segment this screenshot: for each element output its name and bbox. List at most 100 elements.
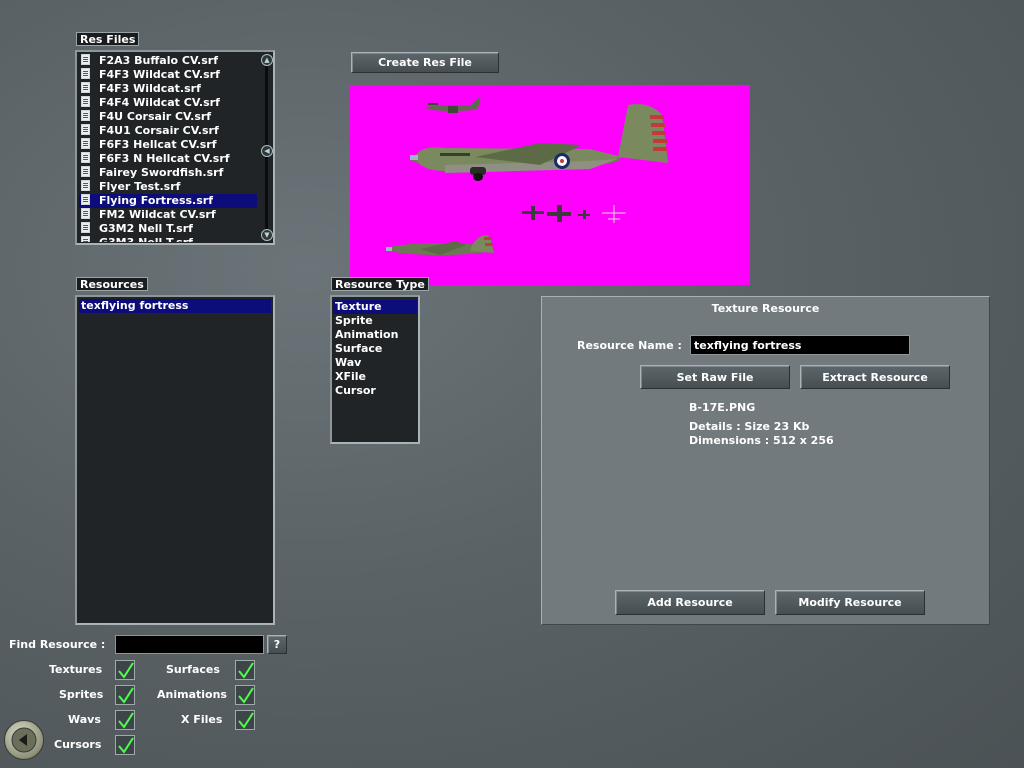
file-icon: [81, 236, 90, 242]
resource-type-item[interactable]: XFile: [333, 370, 417, 384]
resource-type-item-label: Sprite: [335, 314, 373, 327]
resource-type-item[interactable]: Texture: [333, 300, 417, 314]
find-resource-label: Find Resource :: [9, 638, 106, 651]
res-file-item-label: Fairey Swordfish.srf: [99, 166, 224, 179]
resource-type-item[interactable]: Cursor: [333, 384, 417, 398]
checkmark-icon: [238, 662, 254, 679]
set-raw-file-button[interactable]: Set Raw File: [640, 365, 790, 389]
sprites-label: Sprites: [59, 688, 104, 701]
checkmark-icon: [118, 687, 134, 704]
file-icon: [81, 208, 90, 219]
file-icon: [81, 152, 90, 163]
resource-type-item[interactable]: Animation: [333, 328, 417, 342]
scroll-up-button[interactable]: ▲: [261, 54, 273, 66]
res-file-item-label: FM2 Wildcat CV.srf: [99, 208, 216, 221]
file-details: Details : Size 23 Kb: [689, 420, 810, 433]
res-file-item[interactable]: Flyer Test.srf: [79, 180, 257, 194]
res-file-item[interactable]: F4U1 Corsair CV.srf: [79, 124, 257, 138]
file-dimensions: Dimensions : 512 x 256: [689, 434, 834, 447]
resource-item-label: texflying fortress: [81, 299, 189, 312]
textures-label: Textures: [49, 663, 103, 676]
checkmark-icon: [118, 712, 134, 729]
textures-checkbox[interactable]: [115, 660, 135, 680]
raw-file-name: B-17E.PNG: [689, 401, 756, 414]
file-icon: [81, 54, 90, 65]
modify-resource-button[interactable]: Modify Resource: [775, 590, 925, 615]
resource-type-item-label: Surface: [335, 342, 383, 355]
back-button[interactable]: [4, 720, 44, 760]
res-file-item-label: F6F3 Hellcat CV.srf: [99, 138, 217, 151]
file-icon: [81, 124, 90, 135]
animations-checkbox[interactable]: [235, 685, 255, 705]
wavs-label: Wavs: [68, 713, 101, 726]
res-file-item[interactable]: FM2 Wildcat CV.srf: [79, 208, 257, 222]
resource-type-item-label: Cursor: [335, 384, 376, 397]
file-icon: [81, 180, 90, 191]
resource-type-item[interactable]: Wav: [333, 356, 417, 370]
resource-type-item-label: XFile: [335, 370, 366, 383]
back-arrow-icon: [11, 727, 37, 753]
find-help-button[interactable]: ?: [267, 635, 287, 654]
res-files-list[interactable]: F2A3 Buffalo CV.srf F4F3 Wildcat CV.srf F4…: [75, 50, 275, 245]
res-file-item[interactable]: G3M2 Nell T.srf: [79, 222, 257, 236]
surfaces-checkbox[interactable]: [235, 660, 255, 680]
res-file-item-label: G3M3 Nell T.srf: [99, 236, 193, 242]
resources-list[interactable]: texflying fortress: [75, 295, 275, 625]
res-file-item[interactable]: Flying Fortress.srf: [79, 194, 257, 208]
wavs-checkbox[interactable]: [115, 710, 135, 730]
file-icon: [81, 166, 90, 177]
create-res-file-button[interactable]: Create Res File: [351, 52, 499, 73]
resource-type-item-label: Texture: [335, 300, 382, 313]
res-file-item[interactable]: F4F3 Wildcat CV.srf: [79, 68, 257, 82]
scroll-thumb[interactable]: ◀: [261, 145, 273, 157]
checkmark-icon: [118, 662, 134, 679]
resource-name-label: Resource Name :: [577, 339, 682, 352]
texture-preview: [350, 85, 750, 285]
res-file-item[interactable]: Fairey Swordfish.srf: [79, 166, 257, 180]
resource-type-item-label: Animation: [335, 328, 399, 341]
file-icon: [81, 194, 90, 205]
checkmark-icon: [238, 712, 254, 729]
cursors-checkbox[interactable]: [115, 735, 135, 755]
chevron-left-icon: ◀: [264, 147, 270, 155]
resource-type-list[interactable]: Texture Sprite Animation Surface Wav XFile Cur…: [330, 295, 420, 444]
find-resource-input[interactable]: [115, 635, 264, 654]
file-icon: [81, 222, 90, 233]
sprites-checkbox[interactable]: [115, 685, 135, 705]
checkmark-icon: [118, 737, 134, 754]
file-icon: [81, 110, 90, 121]
res-file-item-label: G3M2 Nell T.srf: [99, 222, 193, 235]
res-file-item[interactable]: F4F4 Wildcat CV.srf: [79, 96, 257, 110]
res-file-item[interactable]: F4F3 Wildcat.srf: [79, 82, 257, 96]
texture-resource-panel: Texture Resource Resource Name : Set Raw…: [541, 296, 990, 625]
resource-type-item-label: Wav: [335, 356, 362, 369]
res-file-item[interactable]: F6F3 Hellcat CV.srf: [79, 138, 257, 152]
file-icon: [81, 96, 90, 107]
res-file-item-label: F2A3 Buffalo CV.srf: [99, 54, 218, 67]
resources-caption: Resources: [76, 277, 148, 291]
chevron-up-icon: ▲: [264, 56, 270, 64]
resource-name-input[interactable]: [690, 335, 910, 355]
resource-type-item[interactable]: Sprite: [333, 314, 417, 328]
res-files-caption: Res Files: [76, 32, 140, 46]
extract-resource-button[interactable]: Extract Resource: [800, 365, 950, 389]
add-resource-button[interactable]: Add Resource: [615, 590, 765, 615]
animations-label: Animations: [157, 688, 227, 701]
res-file-item-label: Flyer Test.srf: [99, 180, 181, 193]
res-file-item-label: F6F3 N Hellcat CV.srf: [99, 152, 230, 165]
resource-type-item[interactable]: Surface: [333, 342, 417, 356]
scroll-down-button[interactable]: ▼: [261, 229, 273, 241]
panel-title: Texture Resource: [711, 302, 820, 315]
resource-item[interactable]: texflying fortress: [79, 299, 271, 313]
res-file-item-label: F4F4 Wildcat CV.srf: [99, 96, 220, 109]
file-icon: [81, 68, 90, 79]
res-file-item-label: F4F3 Wildcat CV.srf: [99, 68, 220, 81]
res-file-item-label: F4U Corsair CV.srf: [99, 110, 212, 123]
res-file-item-label: F4F3 Wildcat.srf: [99, 82, 201, 95]
bomber-sprite-image: [386, 98, 668, 255]
res-file-item[interactable]: F2A3 Buffalo CV.srf: [79, 54, 257, 68]
res-file-item[interactable]: F6F3 N Hellcat CV.srf: [79, 152, 257, 166]
xfiles-checkbox[interactable]: [235, 710, 255, 730]
res-file-item[interactable]: F4U Corsair CV.srf: [79, 110, 257, 124]
res-file-item[interactable]: G3M3 Nell T.srf: [79, 236, 257, 242]
